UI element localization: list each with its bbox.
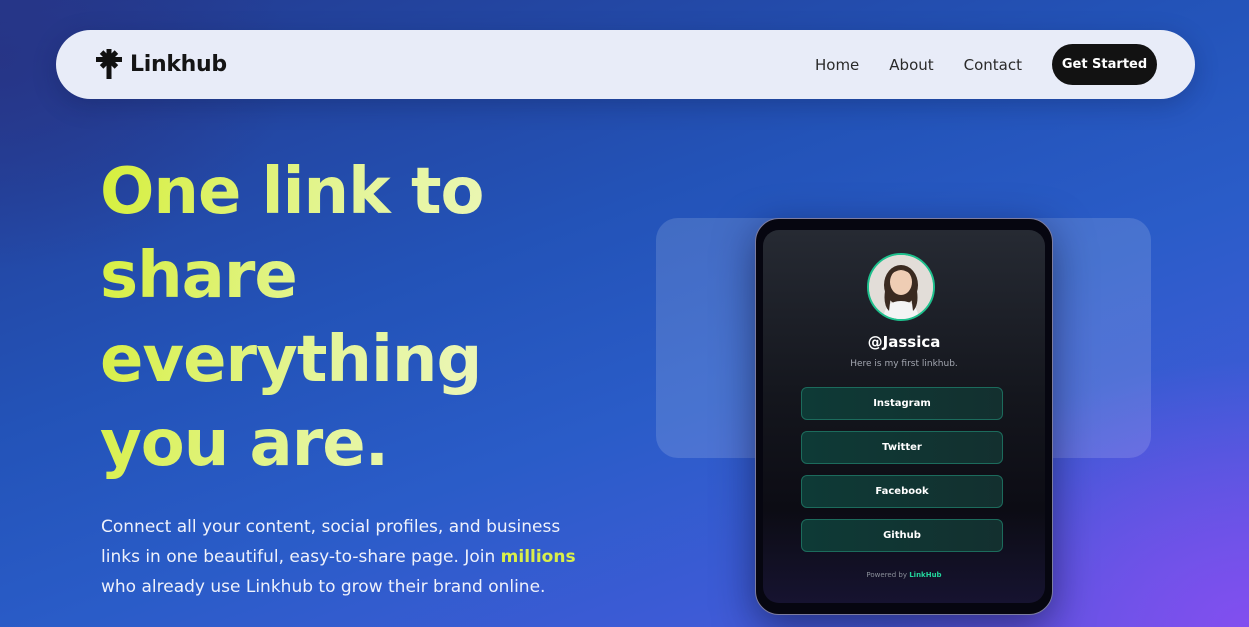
nav-link-home[interactable]: Home	[815, 56, 859, 74]
nav-link-contact[interactable]: Contact	[964, 56, 1022, 74]
navbar: Linkhub Home About Contact Get Started	[56, 30, 1195, 99]
profile-handle: @Jassica	[867, 333, 941, 351]
profile-screen: @Jassica Here is my first linkhub. Insta…	[763, 230, 1045, 603]
profile-bio: Here is my first linkhub.	[850, 359, 958, 369]
brand-name: Linkhub	[130, 51, 227, 77]
powered-by: Powered by LinkHub	[763, 571, 1045, 579]
facebook-link-button[interactable]: Facebook	[801, 475, 1003, 508]
avatar	[867, 253, 935, 321]
nav-link-about[interactable]: About	[889, 56, 933, 74]
hero-subtitle-start: Connect all your content, social profile…	[101, 517, 561, 567]
hero-title: One link to share everything you are.	[100, 150, 620, 486]
powered-by-prefix: Powered by	[866, 571, 907, 579]
profile-links: Instagram Twitter Facebook Github	[801, 387, 1003, 563]
hero-subtitle-highlight: millions	[500, 547, 576, 567]
asterisk-logo-icon	[96, 49, 122, 79]
get-started-button[interactable]: Get Started	[1052, 44, 1157, 85]
hero-subtitle-end: who already use Linkhub to grow their br…	[101, 577, 546, 597]
tablet-preview: @Jassica Here is my first linkhub. Insta…	[755, 218, 1053, 615]
avatar-portrait-icon	[869, 255, 933, 319]
twitter-link-button[interactable]: Twitter	[801, 431, 1003, 464]
powered-by-brand[interactable]: LinkHub	[909, 571, 941, 579]
nav-links: Home About Contact Get Started	[815, 44, 1157, 85]
github-link-button[interactable]: Github	[801, 519, 1003, 552]
brand[interactable]: Linkhub	[96, 49, 227, 79]
instagram-link-button[interactable]: Instagram	[801, 387, 1003, 420]
hero-subtitle: Connect all your content, social profile…	[101, 512, 601, 602]
